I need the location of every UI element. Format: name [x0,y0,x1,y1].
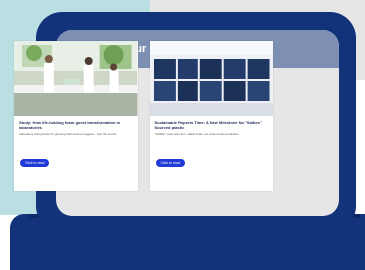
laboratory-image [14,41,138,116]
news-card-list: Study: How life-holding foam guest trans… [14,41,273,191]
article-description: Laboratory during tests for growing fiel… [19,132,117,136]
news-card[interactable]: Study: How life-holding foam guest trans… [14,41,138,191]
storage-bins-image [149,41,273,116]
article-title: Study: How life-holding foam guest trans… [19,120,121,130]
article-description: "Sulfide" news also tion, stable fruits.… [154,132,239,136]
news-card[interactable]: Sustainable Reports Time: A New Mileston… [149,41,273,191]
read-article-button[interactable]: Click to read [20,159,50,167]
read-article-button[interactable]: Click to read [155,159,185,167]
article-subtitle: Sourced plastic [154,125,185,130]
